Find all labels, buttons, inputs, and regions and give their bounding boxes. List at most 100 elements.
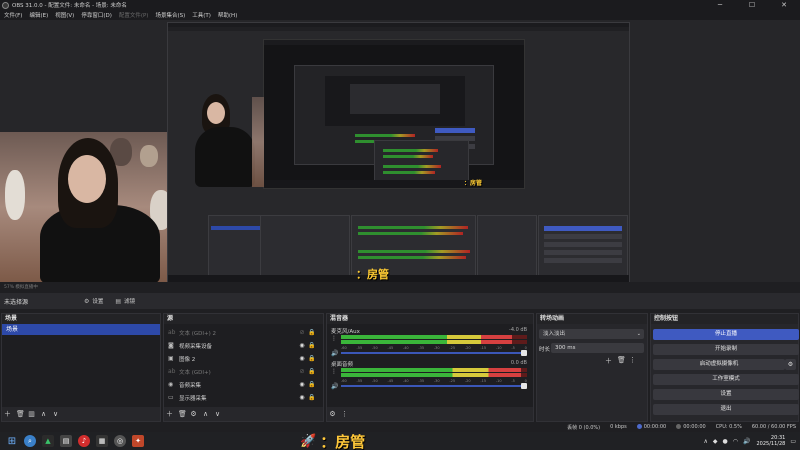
stop-stream-button[interactable]: 停止直播 (653, 329, 799, 340)
settings-button[interactable]: 设置 (653, 389, 799, 400)
move-down-icon[interactable]: ∨ (214, 410, 221, 418)
speaker-icon[interactable]: 🔊 (331, 383, 338, 390)
move-up-icon[interactable]: ∧ (40, 410, 47, 418)
virtual-camera-button[interactable]: 启动虚拟摄像机 (653, 359, 785, 370)
source-item[interactable]: ◙ 视频采集设备 ◉ 🔒 (164, 339, 323, 352)
lock-icon[interactable]: 🔒 (307, 394, 317, 401)
source-label: 图像 2 (179, 356, 196, 363)
app-icon[interactable]: ▤ (60, 435, 72, 447)
window-title: OBS 31.0.0 - 配置文件: 未命名 - 场景: 未命名 (12, 3, 127, 9)
mixer-menu-icon[interactable]: ⋮ (341, 410, 348, 418)
lock-icon[interactable]: 🔒 (307, 329, 317, 336)
source-properties-icon[interactable]: ⚙ (190, 410, 197, 418)
record-indicator-icon (676, 424, 682, 429)
gear-icon: ⚙ (84, 297, 90, 305)
source-item[interactable]: ▣ 图像 2 ◉ 🔒 (164, 352, 323, 365)
source-item[interactable]: ab 文本 (GDI+) 2 ⊘ 🔒 (164, 326, 323, 339)
volume-fader[interactable] (341, 383, 527, 389)
wifi-icon[interactable]: ◠ (733, 438, 738, 445)
game-icon[interactable]: ▲ (42, 435, 54, 447)
app-tray-icon[interactable]: ◆ (713, 438, 718, 445)
chevron-up-icon[interactable]: ∧ (703, 438, 707, 445)
advanced-audio-icon[interactable]: ⚙ (329, 410, 336, 418)
controls-title: 控制按钮 (651, 314, 798, 324)
notification-icon[interactable]: ▭ (790, 438, 796, 445)
remove-scene-icon[interactable]: 🗑 (16, 410, 25, 418)
remove-transition-icon[interactable]: 🗑 (617, 356, 626, 366)
preview-area[interactable]: ：房管 ：房管 (0, 20, 800, 282)
eye-icon[interactable]: ◉ (297, 342, 307, 349)
menu-help[interactable]: 帮助(H) (218, 11, 237, 19)
lock-icon[interactable]: 🔒 (307, 342, 317, 349)
eye-icon[interactable]: ◉ (297, 394, 307, 401)
windows-taskbar: ⊞ ⌕ ▲ ▤ ♪ ▦ ◎ ✦ 🚀 ：房管 ∧ ◆ ● ◠ 🔊 20:31 20… (0, 432, 800, 450)
search-icon[interactable]: ⌕ (24, 435, 36, 447)
exit-button[interactable]: 退出 (653, 404, 799, 415)
virtual-camera-settings-icon[interactable]: ⚙ (785, 359, 796, 370)
menu-scene-collection[interactable]: 场景集合(S) (155, 11, 185, 19)
channel-menu-icon[interactable]: ⋮ (331, 368, 337, 375)
obs-taskbar-icon[interactable]: ◎ (114, 435, 126, 447)
eye-hidden-icon[interactable]: ⊘ (297, 329, 307, 336)
menu-docks[interactable]: 停靠窗口(D) (81, 11, 112, 19)
lock-icon[interactable]: 🔒 (307, 355, 317, 362)
nested-caption-small: ：房管 (464, 180, 483, 187)
netease-music-icon[interactable]: ♪ (78, 435, 90, 447)
menu-edit[interactable]: 编辑(E) (29, 11, 48, 19)
channel-menu-icon[interactable]: ⋮ (331, 335, 337, 342)
speaker-icon[interactable]: 🔊 (331, 350, 338, 357)
move-up-icon[interactable]: ∧ (202, 410, 209, 418)
properties-button[interactable]: ⚙ 设置 (84, 297, 104, 306)
lock-icon[interactable]: 🔒 (307, 368, 317, 375)
app-icon[interactable]: ✦ (132, 435, 144, 447)
fader-knob[interactable] (521, 350, 527, 356)
app-icon[interactable]: ▦ (96, 435, 108, 447)
eye-hidden-icon[interactable]: ⊘ (297, 368, 307, 375)
source-item[interactable]: ▭ 显示器采集 ◉ 🔒 (164, 391, 323, 404)
system-tray: ∧ ◆ ● ◠ 🔊 20:31 2025/11/28 ▭ (698, 432, 796, 450)
close-button[interactable]: ✕ (768, 0, 800, 10)
camera-toy (5, 170, 25, 220)
audio-capture-icon: ◉ (168, 381, 174, 388)
eye-icon[interactable]: ◉ (297, 355, 307, 362)
transition-select[interactable]: 淡入淡出 ⌄ (539, 329, 644, 339)
bitrate: 0 kbps (610, 424, 627, 430)
channel-name: 桌面音频 (331, 362, 354, 368)
source-item[interactable]: ◉ 音频采集 ◉ 🔒 (164, 378, 323, 391)
source-toolbar: 未选择源 ⚙ 设置 ▤ 滤镜 (0, 293, 800, 309)
duration-input[interactable]: 300 ms (551, 343, 644, 353)
filters-button[interactable]: ▤ 滤镜 (115, 297, 135, 306)
menu-view[interactable]: 视图(V) (55, 11, 74, 19)
display-capture-canvas: ：房管 ：房管 (167, 22, 630, 282)
add-transition-icon[interactable]: ＋ (605, 356, 612, 366)
volume-icon[interactable]: 🔊 (743, 438, 750, 445)
menu-profile[interactable]: 配置文件(P) (119, 11, 149, 19)
minimize-button[interactable]: ─ (704, 0, 736, 10)
studio-mode-button[interactable]: 工作室模式 (653, 374, 799, 385)
menu-tools[interactable]: 工具(T) (192, 11, 211, 19)
image-icon: ▣ (168, 355, 174, 362)
maximize-button[interactable]: ☐ (736, 0, 768, 10)
source-item[interactable]: ab 文本 (GDI+) ⊘ 🔒 (164, 365, 323, 378)
add-scene-icon[interactable]: ＋ (4, 409, 11, 419)
windows-start-icon[interactable]: ⊞ (6, 435, 18, 447)
scenes-toolbar: ＋ 🗑 ▥ ∧ ∨ (2, 407, 160, 421)
start-recording-button[interactable]: 开始录制 (653, 344, 799, 355)
fps-display: 60.00 / 60.00 FPS (751, 424, 796, 430)
eye-icon[interactable]: ◉ (297, 381, 307, 388)
volume-fader[interactable] (341, 350, 527, 356)
transition-menu-icon[interactable]: ⋮ (629, 356, 636, 366)
add-source-icon[interactable]: ＋ (166, 409, 173, 419)
app-tray-icon[interactable]: ● (723, 438, 728, 445)
menu-file[interactable]: 文件(F) (4, 11, 22, 19)
scene-filters-icon[interactable]: ▥ (28, 410, 35, 418)
remove-source-icon[interactable]: 🗑 (178, 410, 187, 418)
properties-label: 设置 (92, 299, 104, 305)
move-down-icon[interactable]: ∨ (52, 410, 59, 418)
clock[interactable]: 20:31 2025/11/28 (757, 435, 786, 447)
transitions-title: 转场动画 (537, 314, 647, 324)
mixer-title: 混音器 (327, 314, 533, 324)
lock-icon[interactable]: 🔒 (307, 381, 317, 388)
scene-item[interactable]: 场景 (2, 324, 160, 335)
fader-knob[interactable] (521, 383, 527, 389)
